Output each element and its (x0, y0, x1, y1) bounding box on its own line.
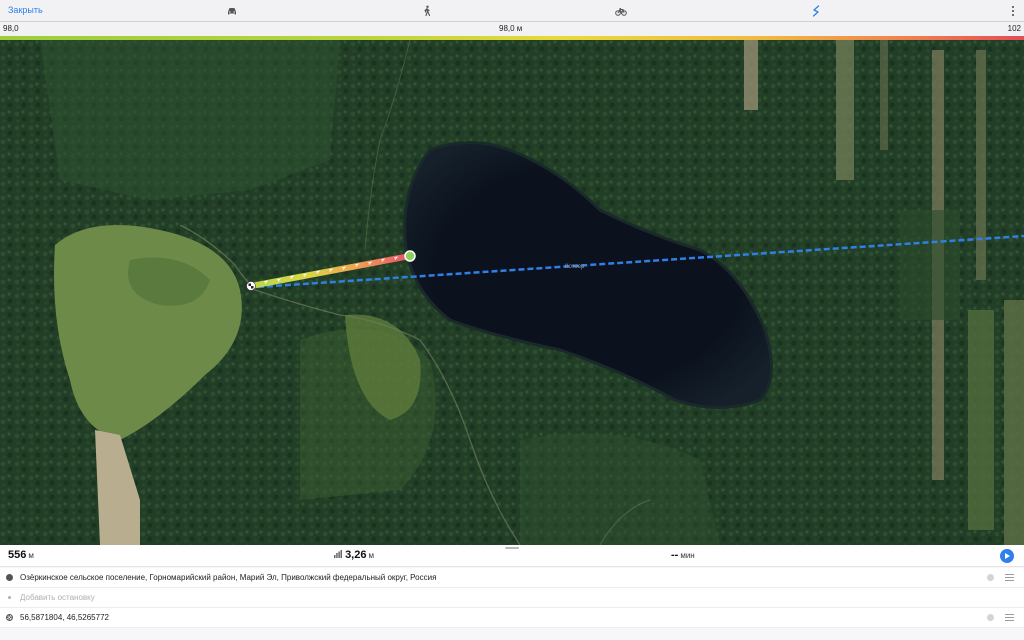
elevation-current: 98,0 м (499, 24, 523, 33)
clear-icon[interactable] (987, 574, 994, 581)
play-icon[interactable] (1000, 549, 1014, 563)
route-end-marker[interactable] (404, 250, 416, 262)
lake-label: Котоер (565, 264, 585, 270)
pedestrian-icon (424, 5, 431, 17)
top-toolbar: Закрыть (0, 0, 1024, 22)
car-icon (228, 8, 236, 15)
stop-row-finish[interactable]: 56,5871804, 46,5265772 (0, 608, 1024, 628)
app-root: Закрыть 98,0 98,0 м 102 Котоер 556 м 3,2… (0, 0, 1024, 640)
start-address: Озёркинское сельское поселение, Горномар… (20, 573, 437, 582)
walk-mode-button[interactable] (419, 3, 435, 19)
elevation-end: 102 (1007, 24, 1021, 33)
elevation-start: 98,0 (3, 24, 19, 33)
more-vertical-icon[interactable] (1008, 3, 1018, 19)
panel-grabber[interactable] (505, 547, 519, 549)
car-mode-button[interactable] (224, 3, 240, 19)
stop-row-start[interactable]: Озёркинское сельское поселение, Горномар… (0, 568, 1024, 588)
elevation-chart-icon (334, 550, 342, 558)
bike-mode-button[interactable] (613, 3, 629, 19)
distance-unit: м (28, 551, 34, 560)
elevation-strip: 98,0 98,0 м 102 (0, 22, 1024, 36)
start-point-icon (6, 574, 13, 581)
bicycle-icon (615, 8, 627, 16)
distance-value: 556 (8, 549, 27, 561)
add-stop-link[interactable]: Добавить остановку (20, 593, 95, 602)
drag-handle-icon[interactable] (1005, 614, 1014, 621)
straight-line-mode-button[interactable] (808, 3, 824, 19)
add-stop-dot-icon (8, 596, 11, 599)
finish-coordinates: 56,5871804, 46,5265772 (20, 613, 109, 622)
ascent-value: 3,26 (345, 549, 367, 561)
route-summary: 556 м 3,26 м -- мин (0, 545, 1024, 567)
time-value: -- (671, 549, 679, 561)
ascent-unit: м (368, 551, 374, 560)
route-panel: 556 м 3,26 м -- мин Озёркинское сельское по… (0, 545, 1024, 640)
ascent-stat: 3,26 м (334, 549, 374, 561)
close-button[interactable]: Закрыть (8, 5, 43, 15)
checkered-flag-icon[interactable] (246, 281, 256, 291)
drag-handle-icon[interactable] (1005, 574, 1014, 581)
clear-icon[interactable] (987, 614, 994, 621)
time-stat: -- мин (671, 549, 695, 561)
satellite-map[interactable]: Котоер (0, 40, 1024, 545)
finish-flag-icon (6, 614, 13, 621)
distance-stat: 556 м (8, 549, 34, 561)
straight-line-icon (812, 5, 820, 17)
stop-row-add[interactable]: Добавить остановку (0, 588, 1024, 608)
time-unit: мин (680, 551, 695, 560)
